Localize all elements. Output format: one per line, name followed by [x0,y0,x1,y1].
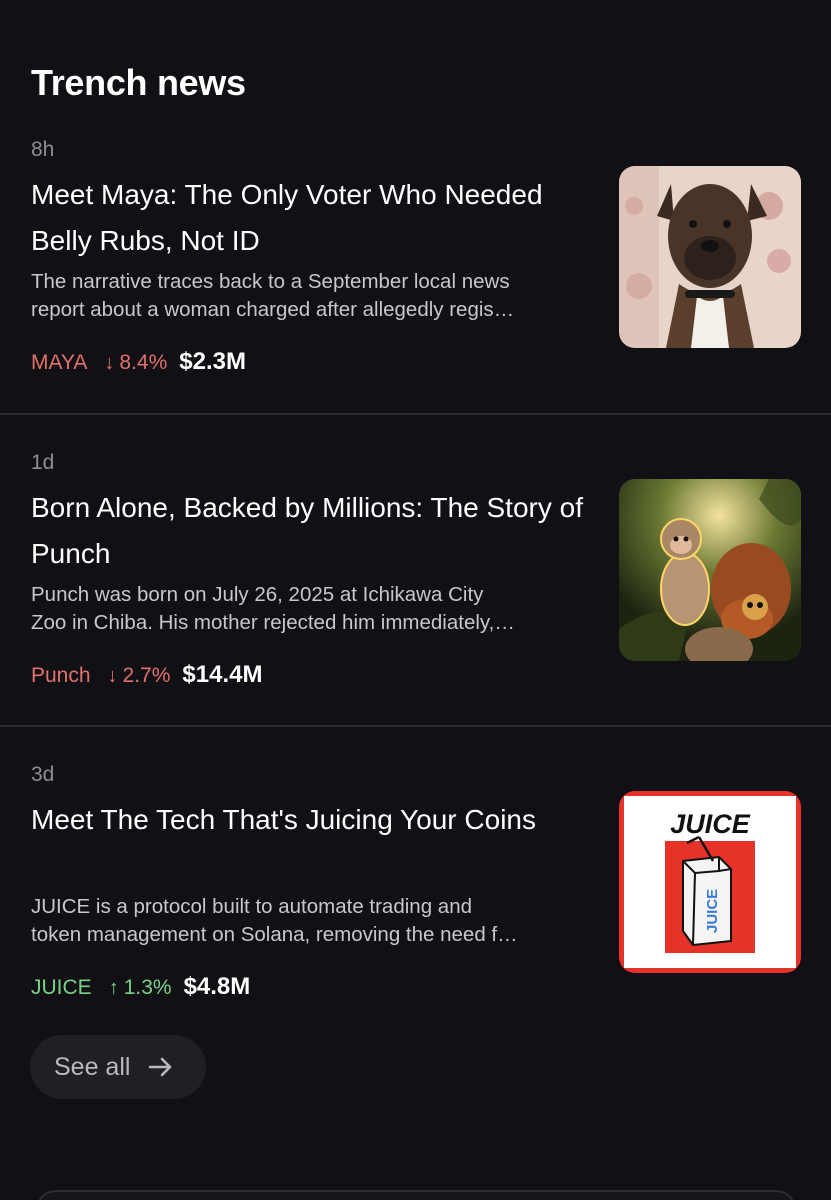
news-age: 3d [31,763,55,786]
news-title[interactable]: Meet The Tech That's Juicing Your Coins [31,797,591,843]
ticker-row: Punch ↓ 2.7% $14.4M [31,661,262,689]
news-item[interactable]: 3d Meet The Tech That's Juicing Your Coi… [0,725,831,1036]
news-summary: JUICE is a protocol built to automate tr… [31,893,601,949]
trench-news-page: Trench news 8h Meet Maya: The Only Voter… [0,0,831,1200]
news-thumbnail[interactable]: JUICE JUICE [619,791,801,973]
arrow-right-icon [148,1056,174,1078]
news-title[interactable]: Meet Maya: The Only Voter Who Needed Bel… [31,172,591,264]
price-change-value: 2.7% [122,664,171,687]
news-summary: Punch was born on July 26, 2025 at Ichik… [31,581,601,637]
baby-monkey-plush-photo-icon [619,479,801,661]
summary-line: token management on Solana, removing the… [31,923,518,946]
price-change: ↓ 2.7% [105,664,171,688]
see-all-label: See all [54,1052,131,1081]
juice-logo-text: JUICE [670,809,751,839]
ticker-row: JUICE ↑ 1.3% $4.8M [31,973,250,1001]
price-change: ↑ 1.3% [106,976,172,1000]
news-thumbnail[interactable] [619,479,801,661]
market-cap: $14.4M [182,661,263,688]
news-item[interactable]: 8h Meet Maya: The Only Voter Who Needed … [0,102,831,413]
price-change: ↓ 8.4% [101,351,167,375]
news-title[interactable]: Born Alone, Backed by Millions: The Stor… [31,485,591,577]
ticker-symbol[interactable]: JUICE [31,976,92,1000]
see-all-button[interactable]: See all [30,1035,206,1099]
news-thumbnail[interactable] [619,166,801,348]
news-age: 8h [31,138,55,161]
arrow-up-icon: ↑ [108,977,119,999]
ticker-symbol[interactable]: Punch [31,664,91,688]
arrow-down-icon: ↓ [107,665,118,687]
ticker-row: MAYA ↓ 8.4% $2.3M [31,348,246,376]
price-change-value: 1.3% [123,976,172,999]
market-cap: $4.8M [183,973,251,1000]
market-cap: $2.3M [179,348,246,375]
summary-line: Zoo in Chiba. His mother rejected him im… [31,611,515,634]
boxer-dog-photo-icon [619,166,801,348]
summary-line: report about a woman charged after alleg… [31,298,515,321]
summary-line: Punch was born on July 26, 2025 at Ichik… [31,583,484,606]
news-summary: The narrative traces back to a September… [31,268,601,324]
summary-line: JUICE is a protocol built to automate tr… [31,895,472,918]
arrow-down-icon: ↓ [104,352,115,374]
ticker-symbol[interactable]: MAYA [31,351,87,375]
section-title: Trench news [31,62,246,103]
news-age: 1d [31,451,55,474]
juice-box-logo-icon: JUICE JUICE [619,791,801,973]
juice-box-text: JUICE [704,889,721,933]
bottom-bar[interactable] [36,1190,796,1200]
summary-line: The narrative traces back to a September… [31,270,510,293]
news-item[interactable]: 1d Born Alone, Backed by Millions: The S… [0,413,831,724]
price-change-value: 8.4% [119,351,168,374]
